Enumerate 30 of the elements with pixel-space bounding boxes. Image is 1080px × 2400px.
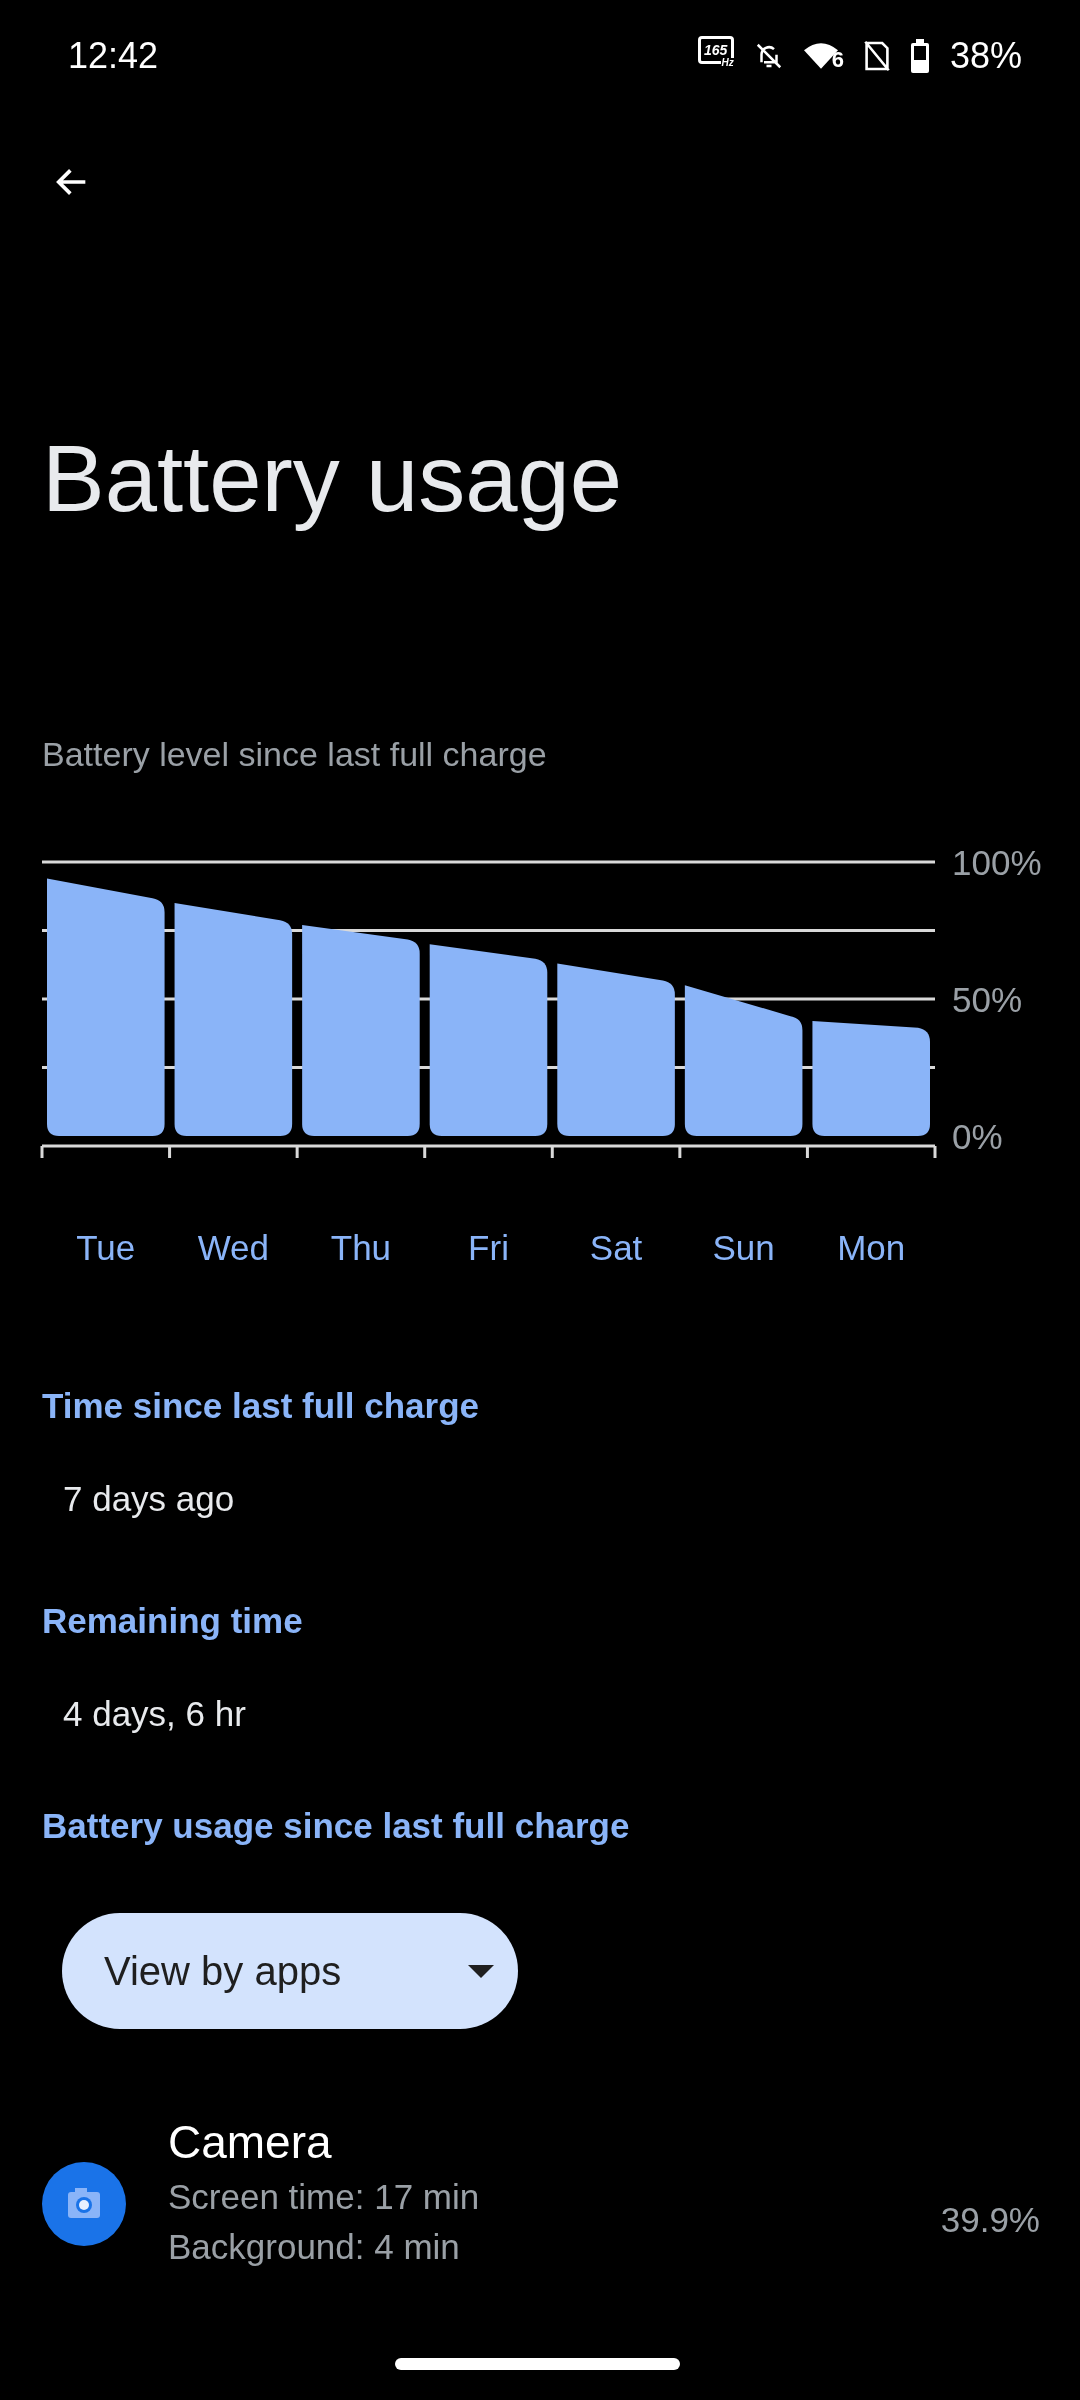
chart-subtitle: Battery level since last full charge [42,734,548,775]
day-label: Fri [468,1228,509,1267]
wifi-label: 6 [831,49,844,71]
axis-label: 50% [952,980,1023,1019]
no-sim-icon [863,40,890,72]
app-usage-detail: Screen time: 17 min [168,2175,481,2218]
gesture-handle[interactable] [395,2358,680,2370]
camera-app-icon [42,2161,126,2246]
day-label: Mon [837,1228,906,1267]
section-heading: Battery usage since last full charge [42,1805,631,1847]
info-value: 7 days ago [63,1477,236,1520]
info-value: 4 days, 6 hr [63,1692,247,1735]
dropdown-caret-icon [466,1962,496,1979]
app-usage-percent: 39.9% [940,2198,1040,2241]
app-usage-detail: Background: 4 min [168,2225,461,2268]
view-dropdown[interactable]: View by apps [62,1912,518,2029]
page-title: Battery usage [42,425,624,533]
day-label: Tue [76,1228,136,1267]
section-heading: Remaining time [42,1600,304,1642]
battery-percent: 38% [949,34,1022,78]
clock: 12:42 [68,34,159,78]
app-name: Camera [168,2114,333,2170]
day-label: Wed [197,1228,270,1267]
section-heading: Time since last full charge [42,1385,481,1427]
day-label: Thu [330,1228,392,1267]
day-label: Sat [589,1228,643,1267]
day-label: Sun [712,1228,775,1267]
axis-label: 100% [952,843,1042,882]
axis-label: 0% [952,1117,1003,1156]
battery-icon [909,39,930,73]
